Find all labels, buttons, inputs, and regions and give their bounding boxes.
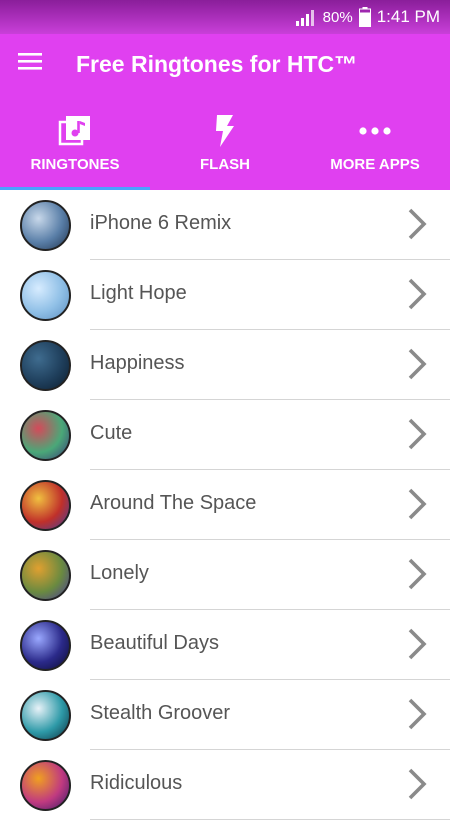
ringtone-thumbnail xyxy=(20,340,71,391)
list-item[interactable]: Cute xyxy=(0,400,450,470)
list-item[interactable]: Beautiful Days xyxy=(0,610,450,680)
ringtone-name: Around The Space xyxy=(90,492,257,514)
chevron-right-icon xyxy=(408,768,427,800)
ringtone-name: Beautiful Days xyxy=(90,632,219,654)
ringtone-thumbnail xyxy=(20,690,71,741)
app-bar: Free Ringtones for HTC™ xyxy=(0,34,450,98)
list-item[interactable]: Around The Space xyxy=(0,470,450,540)
chevron-right-icon xyxy=(408,208,427,240)
chevron-right-icon xyxy=(408,628,427,660)
list-item[interactable]: Light Hope xyxy=(0,260,450,330)
more-dots-icon xyxy=(359,127,391,135)
list-item[interactable]: iPhone 6 Remix xyxy=(0,190,450,260)
status-indicators: 80% 1:41 PM xyxy=(295,0,440,34)
battery-icon xyxy=(358,7,371,27)
chevron-right-icon xyxy=(408,348,427,380)
flash-icon xyxy=(216,115,234,147)
ringtone-name: Ridiculous xyxy=(90,772,183,794)
ringtone-list: iPhone 6 Remix Light Hope Happiness Cute… xyxy=(0,190,450,820)
tab-ringtones-label: RINGTONES xyxy=(30,156,120,173)
chevron-right-icon xyxy=(408,698,427,730)
tab-ringtones[interactable]: RINGTONES xyxy=(0,98,150,190)
list-item[interactable]: Happiness xyxy=(0,330,450,400)
signal-icon xyxy=(295,10,314,26)
tab-more-apps-label: MORE APPS xyxy=(330,156,420,173)
ringtone-name: Lonely xyxy=(90,562,149,584)
ringtone-name: Happiness xyxy=(90,352,185,374)
chevron-right-icon xyxy=(408,558,427,590)
ringtone-thumbnail xyxy=(20,270,71,321)
list-item[interactable]: Lonely xyxy=(0,540,450,610)
ringtone-name: Cute xyxy=(90,422,133,444)
ringtone-name: iPhone 6 Remix xyxy=(90,212,232,234)
ringtone-thumbnail xyxy=(20,620,71,671)
ringtone-name: Stealth Groover xyxy=(90,702,231,724)
chevron-right-icon xyxy=(408,418,427,450)
ringtone-thumbnail xyxy=(20,200,71,251)
clock: 1:41 PM xyxy=(376,7,440,26)
ringtone-thumbnail xyxy=(20,480,71,531)
ringtone-thumbnail xyxy=(20,760,71,811)
app-title: Free Ringtones for HTC™ xyxy=(76,51,358,77)
battery-percent: 80% xyxy=(322,8,353,26)
tab-flash[interactable]: FLASH xyxy=(150,98,300,190)
hamburger-menu-icon[interactable] xyxy=(18,52,52,80)
list-item[interactable]: Ridiculous xyxy=(0,750,450,820)
tab-flash-label: FLASH xyxy=(200,156,250,173)
chevron-right-icon xyxy=(408,488,427,520)
ringtone-thumbnail xyxy=(20,550,71,601)
status-bar: 80% 1:41 PM xyxy=(0,0,450,34)
chevron-right-icon xyxy=(408,278,427,310)
list-item[interactable]: Stealth Groover xyxy=(0,680,450,750)
tab-bar: RINGTONES FLASH MORE APPS xyxy=(0,98,450,190)
music-library-icon xyxy=(58,116,90,146)
ringtone-name: Light Hope xyxy=(90,282,187,304)
tab-more-apps[interactable]: MORE APPS xyxy=(300,98,450,190)
ringtone-thumbnail xyxy=(20,410,71,461)
